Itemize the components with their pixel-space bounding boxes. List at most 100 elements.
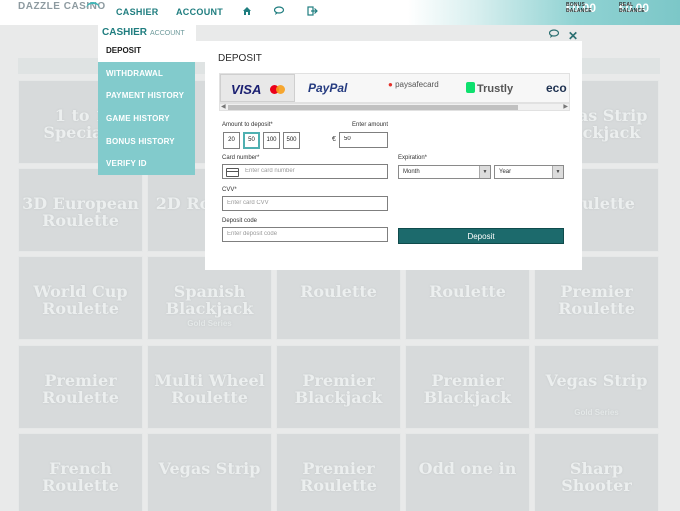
chevron-down-icon: ▼ xyxy=(552,166,563,178)
home-icon[interactable] xyxy=(242,6,252,19)
card-number-input[interactable] xyxy=(245,168,383,174)
trustly-logo: Trustly xyxy=(466,82,513,95)
bonus-balance: BONUS BALANCE €0.00 xyxy=(566,1,596,15)
payment-method-paysafecard[interactable]: ● paysafecard xyxy=(382,74,457,102)
payment-method-trustly[interactable]: Trustly xyxy=(460,74,535,102)
amount-preset-50[interactable]: 50 xyxy=(243,132,260,149)
logo-swoosh-icon xyxy=(86,2,100,10)
month-value: Month xyxy=(403,169,420,175)
lobby-tab xyxy=(26,31,86,55)
payment-methods-scrollbar[interactable]: ◀ ▶ xyxy=(219,103,570,111)
game-tile-title: Multi Wheel Roulette xyxy=(154,371,265,407)
game-tile[interactable]: Premier Roulette xyxy=(18,345,143,429)
game-tile[interactable]: Sharp Shooter xyxy=(534,433,659,511)
sidebar-item-deposit[interactable]: DEPOSIT xyxy=(98,41,205,62)
game-tile[interactable]: Premier Roulette xyxy=(276,433,401,511)
account-menu-link[interactable]: ACCOUNT xyxy=(150,30,185,37)
cashier-sidebar: WITHDRAWAL PAYMENT HISTORY GAME HISTORY … xyxy=(98,62,195,175)
bonus-balance-label: BONUS BALANCE xyxy=(566,2,592,14)
expiration-label: Expiration* xyxy=(398,155,428,161)
deposit-modal: ✕ DEPOSIT VISA PayPal ● paysafecard Trus… xyxy=(205,29,582,270)
visa-logo: VISA xyxy=(231,82,262,97)
game-tile[interactable]: Premier Blackjack xyxy=(276,345,401,429)
payment-method-paypal[interactable]: PayPal xyxy=(300,74,375,102)
sidebar-item-withdrawal[interactable]: WITHDRAWAL xyxy=(106,69,163,78)
sidebar-item-bonus-history[interactable]: BONUS HISTORY xyxy=(106,137,175,146)
game-tile[interactable]: French Roulette xyxy=(18,433,143,511)
logout-icon[interactable] xyxy=(307,6,318,19)
scroll-left-icon[interactable]: ◀ xyxy=(221,103,226,110)
modal-title: DEPOSIT xyxy=(218,53,262,64)
game-tile-title: Vegas Strip xyxy=(545,371,648,390)
game-tile-title: Premier Blackjack xyxy=(423,371,512,407)
deposit-code-input[interactable] xyxy=(227,231,383,237)
card-number-field[interactable] xyxy=(222,164,388,179)
credit-card-icon xyxy=(226,168,239,177)
game-tile-title: Vegas Strip xyxy=(158,459,261,478)
real-balance-label: REAL BALANCE xyxy=(619,2,645,14)
paypal-logo: PayPal xyxy=(308,81,348,95)
game-tile[interactable]: Vegas Strip Gold Series xyxy=(534,345,659,429)
cvv-input[interactable] xyxy=(227,200,383,206)
deposit-code-label: Deposit code xyxy=(222,218,258,224)
nav-account[interactable]: ACCOUNT xyxy=(176,7,223,17)
game-tile-title: Odd one in xyxy=(418,459,517,478)
payment-method-ecopayz[interactable]: eco xyxy=(538,74,569,102)
payment-method-carousel: VISA PayPal ● paysafecard Trustly eco xyxy=(219,73,570,103)
currency-symbol: € xyxy=(332,136,336,143)
amount-preset-20[interactable]: 20 xyxy=(223,132,240,149)
paysafecard-logo: ● paysafecard xyxy=(388,80,439,89)
game-tile-title: Sharp Shooter xyxy=(561,459,632,495)
trustly-icon xyxy=(466,82,475,93)
game-tile-title: Premier Roulette xyxy=(300,459,377,495)
game-tile-title: Spanish Blackjack xyxy=(165,282,254,318)
game-tile-subtitle: Gold Series xyxy=(574,408,619,417)
lobby-tab xyxy=(598,31,658,55)
sidebar-item-payment-history[interactable]: PAYMENT HISTORY xyxy=(106,91,184,100)
real-balance: REAL BALANCE €0.00 xyxy=(619,1,649,15)
payment-method-visa-mastercard[interactable]: VISA xyxy=(220,74,295,102)
deposit-code-field[interactable] xyxy=(222,227,388,242)
sidebar-item-verify-id[interactable]: VERIFY ID xyxy=(106,159,147,168)
ecopayz-logo: eco xyxy=(546,81,567,95)
enter-amount-label: Enter amount xyxy=(352,122,389,128)
scrollbar-thumb[interactable] xyxy=(228,105,518,110)
sidebar-item-label: DEPOSIT xyxy=(106,46,142,55)
game-tile[interactable]: Vegas Strip xyxy=(147,433,272,511)
cashier-menu-title[interactable]: CASHIER xyxy=(102,27,147,38)
game-tile-title: Premier Roulette xyxy=(42,371,119,407)
cvv-field[interactable] xyxy=(222,196,388,211)
game-tile-title: Roulette xyxy=(429,282,506,301)
game-tile[interactable]: World Cup Roulette xyxy=(18,256,143,340)
top-bar: DAZZLE CASINO CASHIER ACCOUNT BONUS BALA… xyxy=(0,0,680,25)
game-tile-title: Roulette xyxy=(300,282,377,301)
year-value: Year xyxy=(499,169,512,175)
nav-cashier[interactable]: CASHIER xyxy=(116,7,159,17)
game-tile[interactable]: Multi Wheel Roulette xyxy=(147,345,272,429)
game-tile[interactable]: Odd one in xyxy=(405,433,530,511)
game-tile-title: Premier Roulette xyxy=(558,282,635,318)
game-tile[interactable]: Premier Blackjack xyxy=(405,345,530,429)
expiration-month-select[interactable]: Month ▼ xyxy=(398,165,491,179)
expiration-year-select[interactable]: Year ▼ xyxy=(494,165,564,179)
deposit-button[interactable]: Deposit xyxy=(398,228,564,244)
mastercard-icon xyxy=(276,85,285,94)
game-tile-title: World Cup Roulette xyxy=(33,282,128,318)
chat-icon[interactable] xyxy=(273,6,286,19)
amount-input[interactable] xyxy=(344,136,383,142)
chat-icon[interactable] xyxy=(548,29,561,42)
amount-label: Amount to deposit* xyxy=(222,122,273,128)
card-number-label: Card number* xyxy=(222,155,260,161)
scroll-right-icon[interactable]: ▶ xyxy=(563,103,568,110)
sidebar-item-game-history[interactable]: GAME HISTORY xyxy=(106,114,170,123)
game-tile[interactable]: 3D European Roulette xyxy=(18,168,143,252)
amount-field[interactable] xyxy=(339,132,388,148)
game-tile-subtitle: Gold Series xyxy=(187,319,232,328)
cvv-label: CVV* xyxy=(222,187,237,193)
amount-preset-500[interactable]: 500 xyxy=(283,132,300,149)
close-icon[interactable]: ✕ xyxy=(568,29,578,43)
game-tile-title: Premier Blackjack xyxy=(294,371,383,407)
chevron-down-icon: ▼ xyxy=(479,166,490,178)
amount-preset-100[interactable]: 100 xyxy=(263,132,280,149)
game-tile-title: French Roulette xyxy=(42,459,119,495)
